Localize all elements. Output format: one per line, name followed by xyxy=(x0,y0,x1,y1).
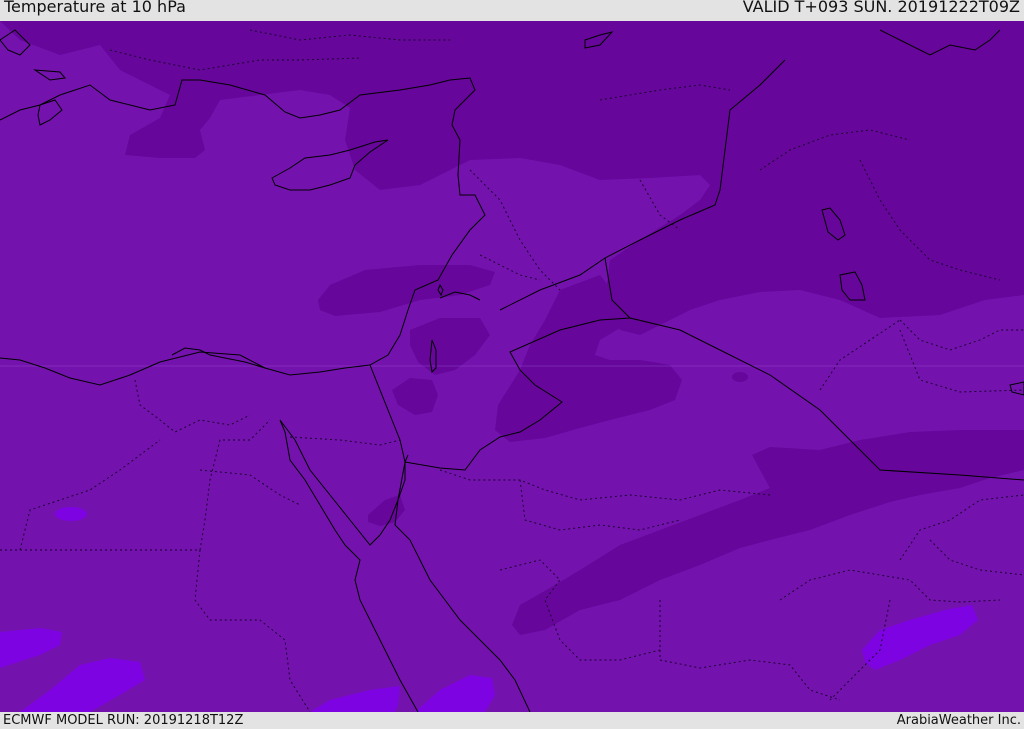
weather-map[interactable] xyxy=(0,21,1024,712)
chart-title: Temperature at 10 hPa xyxy=(4,0,186,16)
model-run-label: ECMWF MODEL RUN: 20191218T12Z xyxy=(3,713,244,728)
cold-spot-small xyxy=(732,372,748,382)
credit-label: ArabiaWeather Inc. xyxy=(896,713,1021,728)
warm-spot-libya xyxy=(55,507,87,521)
valid-time-label: VALID T+093 SUN. 20191222T09Z xyxy=(742,0,1020,16)
header-bar: Temperature at 10 hPa VALID T+093 SUN. 2… xyxy=(0,0,1024,21)
footer-bar: ECMWF MODEL RUN: 20191218T12Z ArabiaWeat… xyxy=(0,712,1024,729)
